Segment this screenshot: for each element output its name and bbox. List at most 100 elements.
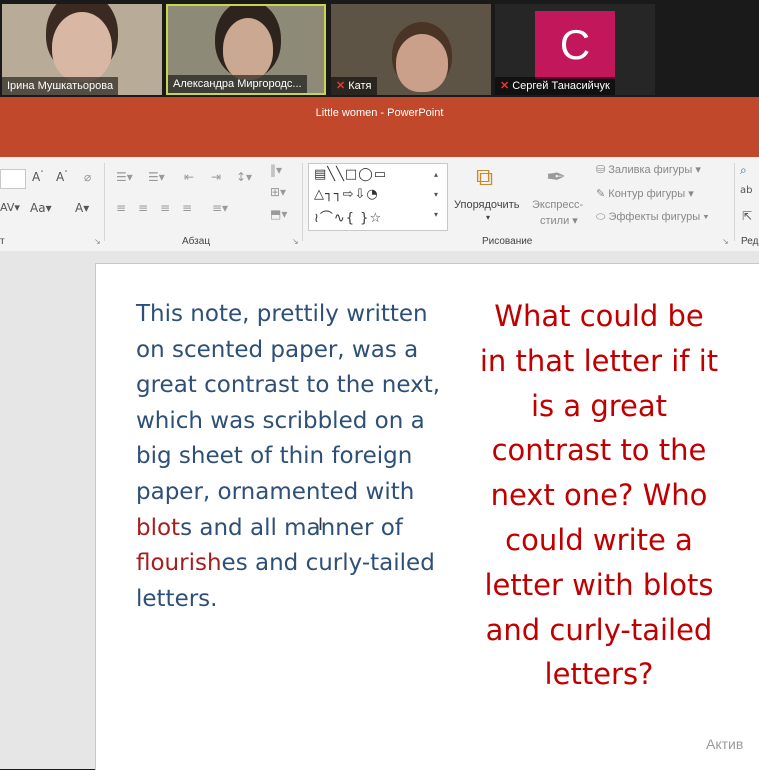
text-direction-icon[interactable]: ‖▾: [270, 163, 282, 177]
text-run: great contrast to the next,: [136, 372, 441, 399]
paint-bucket-icon: ⛁: [596, 164, 606, 176]
question-line: is a great: [530, 388, 668, 423]
align-right-icon[interactable]: ≡: [160, 201, 170, 215]
dialog-launcher-icon[interactable]: ↘: [722, 237, 729, 246]
font-color-icon[interactable]: A▾: [75, 201, 89, 215]
question-line: What could be: [494, 299, 704, 333]
increase-indent-icon[interactable]: ⇥: [211, 170, 221, 184]
slide[interactable]: This note, prettily written on scented pa…: [95, 263, 759, 770]
shapes-row: ▤╲╲□◯▭: [314, 167, 388, 182]
microphone-muted-icon: ✕: [336, 80, 346, 92]
dialog-launcher-icon[interactable]: ↘: [94, 237, 101, 246]
divider: [302, 163, 303, 241]
participant-name-label: Александра Миргородс...: [168, 75, 307, 93]
align-text-icon[interactable]: ⊞▾: [270, 185, 286, 199]
participant-tile-active-speaker[interactable]: Александра Миргородс...: [166, 4, 326, 95]
body-text-line: letters.: [136, 582, 466, 618]
powerpoint-title-bar: Little women - PowerPoint: [0, 97, 759, 157]
columns-icon[interactable]: ≡▾: [212, 201, 228, 215]
participant-video: [396, 34, 448, 92]
decrease-indent-icon[interactable]: ⇤: [184, 170, 194, 184]
participant-tile[interactable]: ✕ Катя: [331, 4, 491, 95]
shape-fill-button[interactable]: ⛁ Заливка фигуры ▾: [596, 163, 701, 176]
question-line: letters?: [544, 657, 654, 692]
body-text-line: big sheet of thin foreign: [136, 439, 466, 475]
arrange-button[interactable]: Упорядочить: [454, 199, 519, 211]
dialog-launcher-icon[interactable]: ↘: [292, 237, 299, 246]
quick-styles-button[interactable]: Экспресс-: [532, 199, 583, 211]
text-run: on scented paper, was a: [136, 336, 419, 363]
text-cursor-icon: I: [318, 515, 324, 535]
slide-question-text[interactable]: What could be in that letter if it is a gr…: [468, 294, 730, 697]
text-run: This note, prettily written: [136, 301, 428, 327]
arrange-icon[interactable]: ⧉: [476, 163, 493, 191]
body-text-line: on scented paper, was a: [136, 333, 466, 369]
highlighted-word: flourish: [136, 550, 222, 577]
char-spacing-icon[interactable]: AV▾: [0, 201, 20, 214]
quick-styles-icon[interactable]: ✒: [546, 163, 566, 191]
group-label-editing: Ред: [741, 236, 759, 247]
participant-tile[interactable]: Ірина Мушкатьорова: [2, 4, 162, 95]
highlighted-word: blot: [136, 514, 181, 541]
question-line: could write a: [505, 522, 693, 557]
participant-name-label: Ірина Мушкатьорова: [2, 77, 119, 95]
question-line: letter with blots: [484, 567, 714, 602]
convert-smartart-icon[interactable]: ⬒▾: [270, 207, 287, 221]
participant-video: [52, 12, 112, 82]
body-text-line: This note, prettily written: [136, 297, 466, 333]
change-case-icon[interactable]: Aa▾: [30, 201, 52, 215]
numbering-icon[interactable]: ☰▾: [148, 170, 165, 184]
shapes-gallery[interactable]: ▤╲╲□◯▭ △┐┐⇨⇩◔ ≀⌒∿{ }☆: [308, 163, 448, 231]
group-label-font: т: [0, 236, 5, 247]
ribbon: A˄ A˅ ⌀ AV▾ Aa▾ A▾ т ↘ ☰▾ ☰▾ ⇤ ⇥ ↕▾ ‖▾ ⊞…: [0, 157, 759, 252]
question-line: contrast to the: [491, 433, 707, 468]
clear-formatting-icon[interactable]: ⌀: [84, 170, 91, 184]
justify-icon[interactable]: ≡: [182, 201, 192, 215]
slide-body-text[interactable]: This note, prettily written on scented pa…: [136, 297, 466, 617]
text-run: s and all manner of: [180, 514, 403, 541]
participant-tile[interactable]: С ✕ Сергей Танасийчук: [495, 4, 655, 95]
quick-styles-sub-label[interactable]: стили ▾: [540, 214, 578, 227]
divider: [104, 163, 105, 241]
participant-name-label: ✕ Сергей Танасийчук: [495, 77, 615, 95]
divider: [734, 163, 735, 241]
text-run: letters.: [136, 585, 218, 612]
body-text-line: flourishes and curly-tailed: [136, 546, 466, 582]
select-icon[interactable]: ⇱: [742, 209, 752, 223]
gallery-scroll-arrows[interactable]: ▴ ▾ ▾: [434, 165, 438, 225]
participant-avatar: С: [535, 11, 615, 79]
participant-name-label: ✕ Катя: [331, 77, 377, 95]
question-line: next one? Who: [490, 478, 708, 513]
align-center-icon[interactable]: ≡: [138, 201, 148, 215]
group-label-paragraph: Абзац: [182, 236, 211, 247]
window-title: Little women - PowerPoint: [315, 107, 444, 119]
text-run: which was scribbled on a: [136, 407, 425, 434]
shapes-row: △┐┐⇨⇩◔: [314, 187, 379, 202]
participant-video: [223, 18, 273, 80]
body-text-line: which was scribbled on a: [136, 404, 466, 440]
increase-font-icon[interactable]: A˄: [32, 170, 44, 184]
question-line: and curly-tailed: [485, 612, 713, 647]
body-text-line: paper, ornamented with: [136, 475, 466, 511]
shape-outline-button[interactable]: ✎ Контур фигуры ▾: [596, 187, 694, 200]
microphone-muted-icon: ✕: [500, 80, 510, 92]
font-size-dropdown[interactable]: [0, 169, 26, 189]
question-line: in that letter if it: [479, 343, 719, 378]
body-text-line: blots and all manner of: [136, 511, 466, 547]
video-participant-strip: Ірина Мушкатьорова Александра Миргородс.…: [0, 0, 759, 97]
text-run: paper, ornamented with: [136, 478, 415, 505]
arrange-dropdown-icon[interactable]: ▾: [486, 213, 490, 222]
align-left-icon[interactable]: ≡: [116, 201, 126, 215]
line-spacing-icon[interactable]: ↕▾: [236, 170, 252, 184]
group-label-drawing: Рисование: [482, 236, 533, 247]
pencil-icon: ✎: [596, 188, 606, 200]
effects-icon: ⬭: [596, 211, 606, 223]
text-run: big sheet of thin foreign: [136, 443, 413, 470]
shape-effects-button[interactable]: ⬭ Эффекты фигуры ▾: [596, 211, 709, 224]
find-icon[interactable]: ⌕: [740, 163, 747, 178]
activate-windows-watermark: Актив: [706, 736, 744, 752]
shapes-row: ≀⌒∿{ }☆: [314, 211, 383, 226]
decrease-font-icon[interactable]: A˅: [56, 170, 68, 184]
bullets-icon[interactable]: ☰▾: [116, 170, 133, 184]
replace-icon[interactable]: ab: [740, 185, 752, 196]
